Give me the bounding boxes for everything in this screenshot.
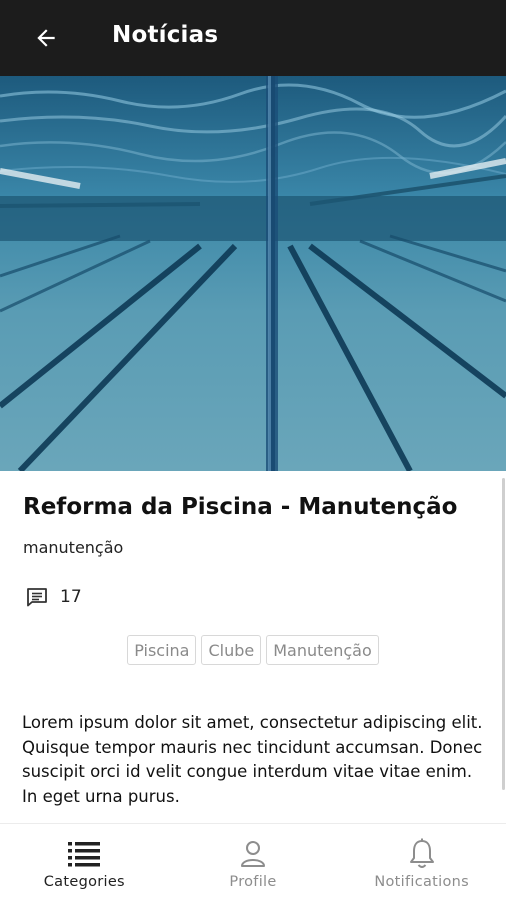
comment-icon [27, 588, 47, 607]
user-icon [241, 841, 265, 867]
nav-categories[interactable]: Categories [0, 824, 169, 900]
arrow-left-icon [37, 29, 55, 47]
tag-list: Piscina Clube Manutenção [0, 635, 506, 665]
list-icon [68, 842, 101, 867]
hero-image [0, 76, 506, 471]
tag-clube[interactable]: Clube [201, 635, 262, 665]
app-bar: Notícias [0, 0, 506, 76]
nav-profile[interactable]: Profile [169, 824, 338, 900]
comment-count: 17 [60, 587, 82, 607]
scrollbar[interactable] [502, 478, 505, 790]
tag-piscina[interactable]: Piscina [127, 635, 197, 665]
comments-button[interactable]: 17 [24, 585, 82, 609]
nav-notifications-label: Notifications [374, 874, 469, 890]
bottom-navigation: Categories Profile Notifications [0, 823, 506, 900]
nav-profile-label: Profile [229, 874, 277, 890]
article-body: Lorem ipsum dolor sit amet, consectetur … [22, 713, 483, 806]
tag-manutencao[interactable]: Manutenção [266, 635, 379, 665]
article-title: Reforma da Piscina - Manutenção [23, 494, 458, 520]
nav-notifications[interactable]: Notifications [337, 824, 506, 900]
page-title: Notícias [112, 22, 219, 48]
nav-categories-label: Categories [43, 874, 125, 890]
back-button[interactable] [28, 20, 64, 56]
bell-icon [409, 838, 434, 868]
article-category: manutenção [23, 538, 124, 557]
